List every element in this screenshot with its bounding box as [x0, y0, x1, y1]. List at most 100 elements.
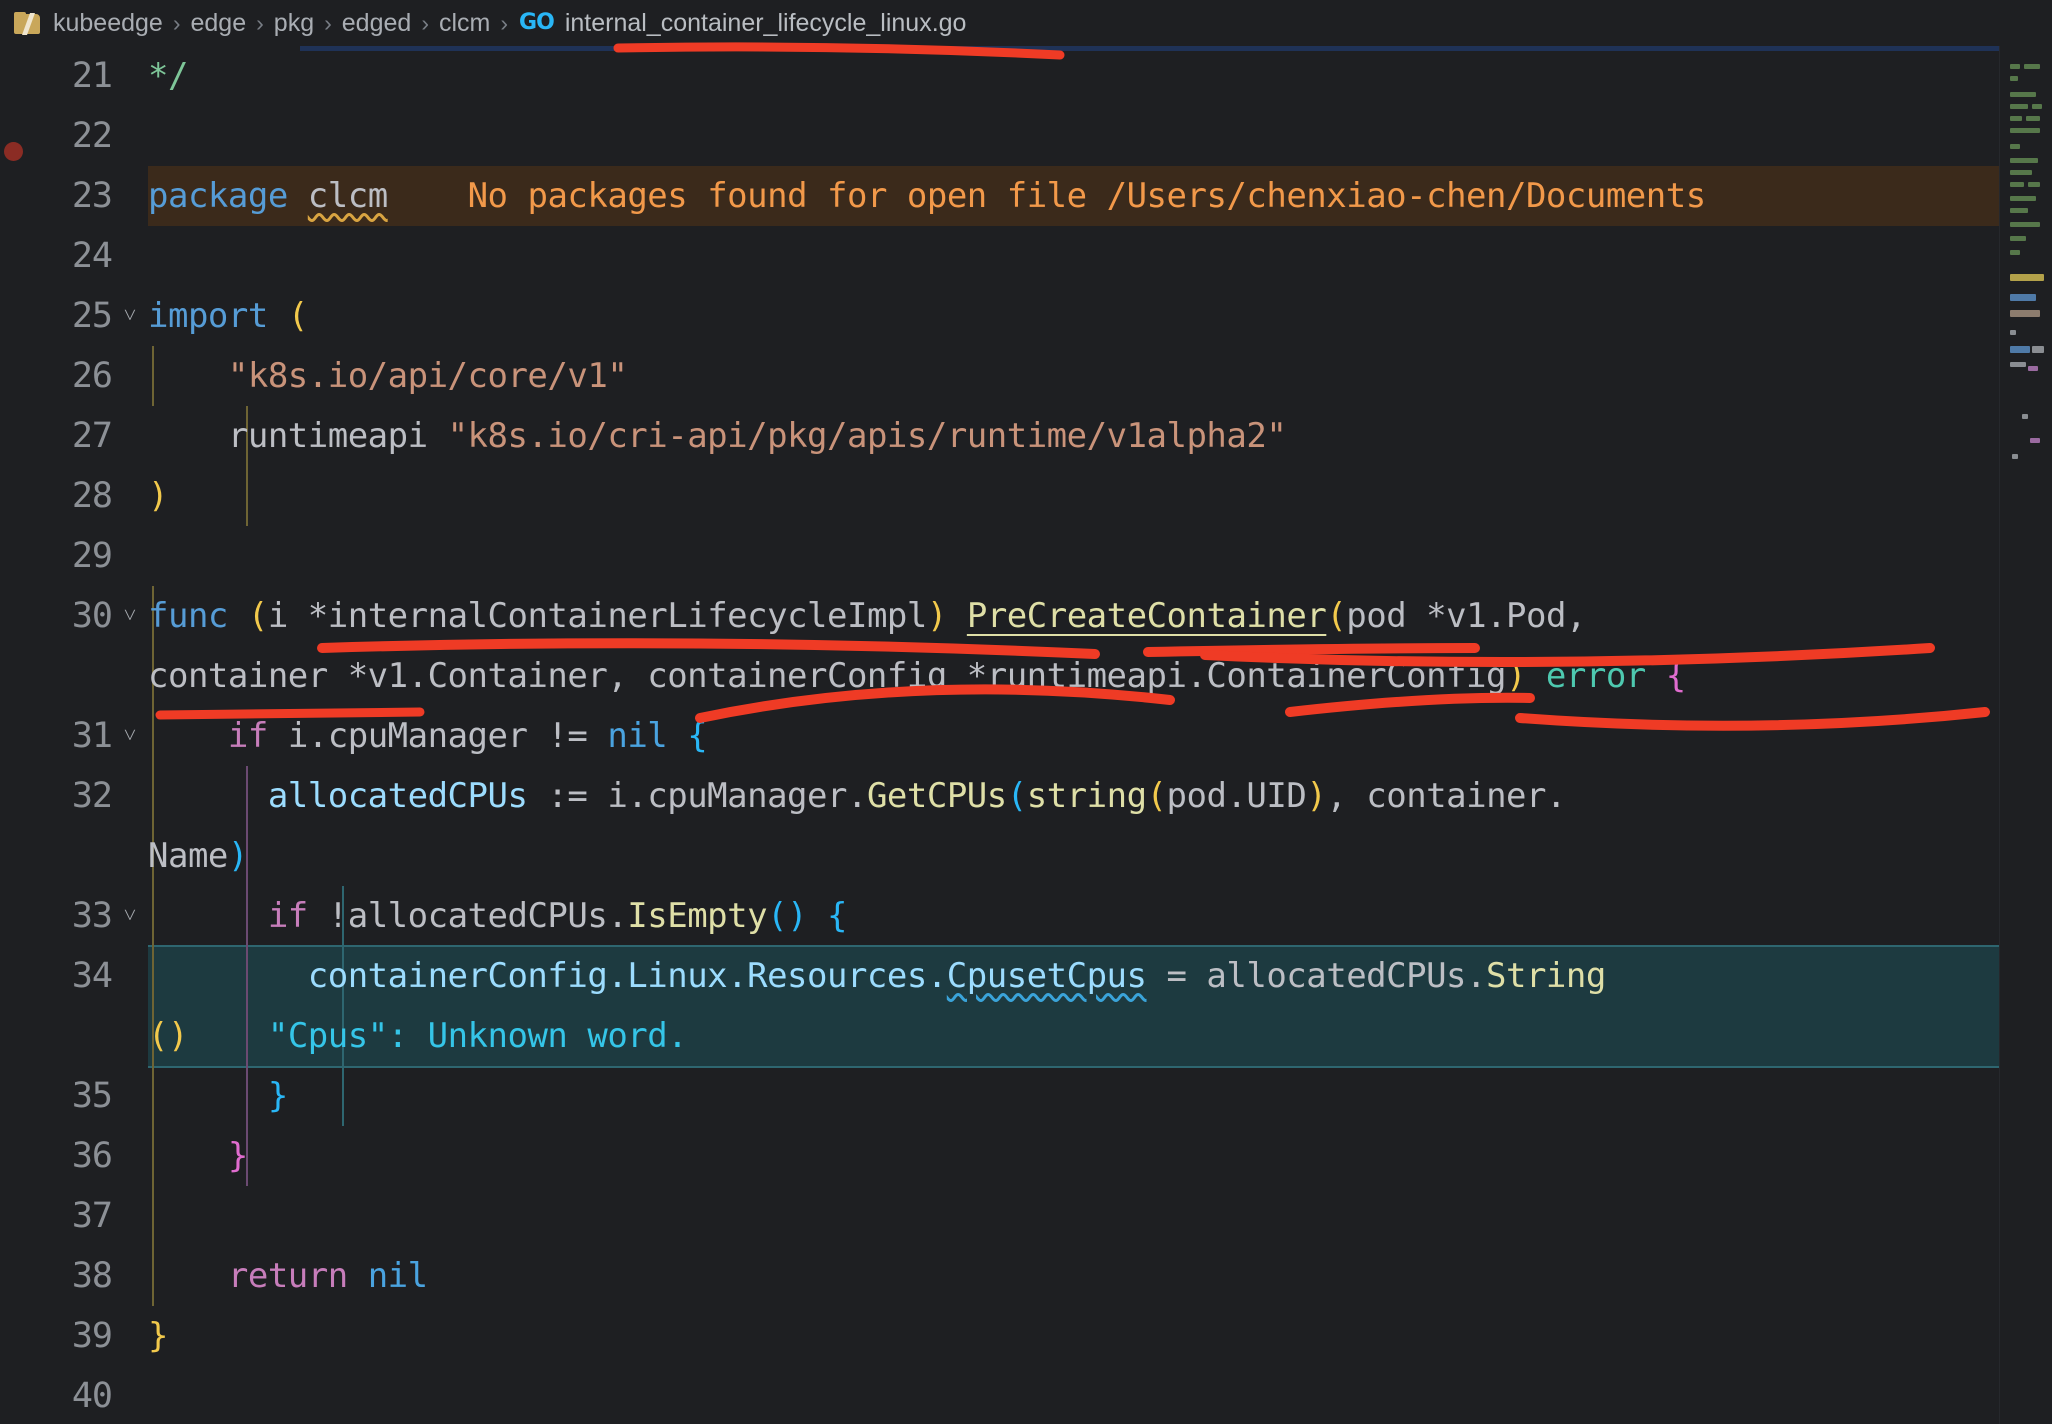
code-line-31[interactable]: 31 ˅ if i.cpuManager != nil { — [0, 706, 2052, 766]
code-line-28[interactable]: 28 ) — [0, 466, 2052, 526]
chevron-right-icon: › — [324, 9, 332, 36]
inline-error-message: No packages found for open file /Users/c… — [467, 176, 1707, 216]
token-variable: allocatedCPUs — [267, 776, 528, 816]
code-line-22[interactable]: 22 — [0, 106, 2052, 166]
fold-chevron-icon[interactable]: ˅ — [112, 706, 148, 766]
token-brace: } — [148, 1316, 168, 1356]
token-expr: !allocatedCPUs. — [307, 896, 628, 936]
code-line-38[interactable]: 38 return nil — [0, 1246, 2052, 1306]
line-number: 30 — [71, 596, 113, 636]
code-line-35[interactable]: 35 } — [0, 1066, 2052, 1126]
chevron-right-icon: › — [500, 9, 509, 36]
breadcrumb-item-edge[interactable]: edge — [190, 9, 248, 38]
code-line-39[interactable]: 39 } — [0, 1306, 2052, 1366]
code-line-34[interactable]: 34 containerConfig.Linux.Resources.Cpuse… — [0, 946, 2052, 1066]
token-paren: ( — [1146, 776, 1167, 816]
line-number: 38 — [71, 1256, 113, 1296]
token-arg-tail: , container. — [1326, 776, 1566, 816]
line-number: 26 — [71, 356, 113, 396]
token-lhs-path: containerConfig.Linux.Resources. — [307, 956, 948, 996]
fold-chevron-icon[interactable]: ˅ — [112, 586, 148, 646]
token-method-getcpus: GetCPUs — [866, 776, 1007, 816]
token-operator: = — [1146, 956, 1207, 996]
token-nil: nil — [607, 716, 668, 756]
token-field-cpusetcpus: CpusetCpus — [946, 956, 1147, 996]
fold-chevron-icon[interactable]: ˅ — [112, 286, 148, 346]
token-import-path: "k8s.io/cri-api/pkg/apis/runtime/v1alpha… — [447, 416, 1287, 456]
line-number: 21 — [71, 56, 113, 96]
token-params: pod *v1.Pod, — [1346, 596, 1586, 636]
line-number: 37 — [71, 1196, 113, 1236]
code-line-26[interactable]: 26 "k8s.io/api/core/v1" — [0, 346, 2052, 406]
token-parens: () — [148, 1016, 188, 1056]
line-number: 40 — [71, 1376, 113, 1416]
line-number: 24 — [71, 236, 113, 276]
line-number: 23 — [71, 176, 113, 216]
token-paren: ( — [287, 296, 308, 336]
folder-icon — [14, 12, 40, 35]
token-builtin-string: string — [1026, 776, 1147, 816]
token-package-name: clcm — [307, 176, 388, 216]
token-paren: ) — [227, 836, 248, 876]
token-method-string: String — [1486, 956, 1606, 996]
breadcrumb-item-filename[interactable]: internal_container_lifecycle_linux.go — [564, 9, 968, 38]
token-paren: ) — [1505, 656, 1526, 696]
code-line-21[interactable]: 21 */ — [0, 46, 2052, 106]
token-import-path: "k8s.io/api/core/v1" — [227, 356, 628, 396]
code-line-25[interactable]: 25 ˅ import ( — [0, 286, 2052, 346]
chevron-right-icon: › — [421, 9, 429, 36]
token-brace: { — [1665, 656, 1686, 696]
token-nil: nil — [367, 1256, 428, 1296]
token-expr: i.cpuManager != — [287, 716, 608, 756]
breadcrumb[interactable]: kubeedge › edge › pkg › edged › clcm › G… — [0, 0, 2052, 46]
line-number: 34 — [71, 956, 113, 996]
code-editor[interactable]: 21 */ 22 23 package clcm No packages fou… — [0, 46, 2052, 1424]
token-arg: pod.UID — [1166, 776, 1307, 816]
code-line-27[interactable]: 27 runtimeapi "k8s.io/cri-api/pkg/apis/r… — [0, 406, 2052, 466]
token-arg-cont: Name — [148, 836, 228, 876]
minimap[interactable] — [1999, 46, 2052, 1424]
token-brace: { — [807, 896, 847, 936]
line-number: 31 — [71, 716, 113, 756]
inline-hint-message: "Cpus": Unknown word. — [267, 1016, 688, 1056]
chevron-right-icon: › — [172, 9, 181, 36]
breadcrumb-item-pkg[interactable]: pkg — [273, 9, 315, 38]
line-number: 25 — [71, 296, 113, 336]
code-line-24[interactable]: 24 — [0, 226, 2052, 286]
token-paren: ( — [247, 596, 268, 636]
code-line-30[interactable]: 30 ˅ func (i *internalContainerLifecycle… — [0, 586, 2052, 706]
code-line-32[interactable]: 32 allocatedCPUs := i.cpuManager.GetCPUs… — [0, 766, 2052, 886]
code-line-23[interactable]: 23 package clcm No packages found for op… — [0, 166, 2052, 226]
token-paren: ( — [1006, 776, 1027, 816]
line-number: 39 — [71, 1316, 113, 1356]
token-comment: */ — [148, 56, 188, 96]
token-paren: ) — [1306, 776, 1327, 816]
token-operator: := — [527, 776, 608, 816]
token-keyword-package: package — [148, 176, 288, 216]
code-line-36[interactable]: 36 } — [0, 1126, 2052, 1186]
fold-chevron-icon[interactable]: ˅ — [112, 886, 148, 946]
code-line-37[interactable]: 37 — [0, 1186, 2052, 1246]
token-import-alias: runtimeapi — [227, 416, 428, 456]
token-params-cont: container *v1.Container, containerConfig… — [148, 656, 1506, 696]
line-number: 36 — [71, 1136, 113, 1176]
token-keyword-if: if — [267, 896, 308, 936]
chevron-right-icon: › — [256, 9, 264, 36]
code-line-29[interactable]: 29 — [0, 526, 2052, 586]
token-keyword-func: func — [148, 596, 228, 636]
line-number: 22 — [71, 116, 113, 156]
token-method-isempty: IsEmpty — [627, 896, 768, 936]
code-line-40[interactable]: 40 — [0, 1366, 2052, 1424]
token-return-type-error: error — [1545, 656, 1646, 696]
token-rhs-path: allocatedCPUs. — [1206, 956, 1486, 996]
code-line-33[interactable]: 33 ˅ if !allocatedCPUs.IsEmpty() { — [0, 886, 2052, 946]
breadcrumb-item-edged[interactable]: edged — [341, 9, 413, 38]
breadcrumb-item-clcm[interactable]: clcm — [438, 9, 491, 38]
breadcrumb-item-kubeedge[interactable]: kubeedge — [52, 9, 164, 38]
token-receiver: i *internalContainerLifecycleImpl — [267, 596, 928, 636]
token-receiver: i.cpuManager. — [607, 776, 867, 816]
token-brace: { — [687, 716, 708, 756]
go-language-icon: GO — [519, 9, 555, 35]
token-paren: ( — [1326, 596, 1347, 636]
code-lines: 21 */ 22 23 package clcm No packages fou… — [0, 46, 2052, 1424]
